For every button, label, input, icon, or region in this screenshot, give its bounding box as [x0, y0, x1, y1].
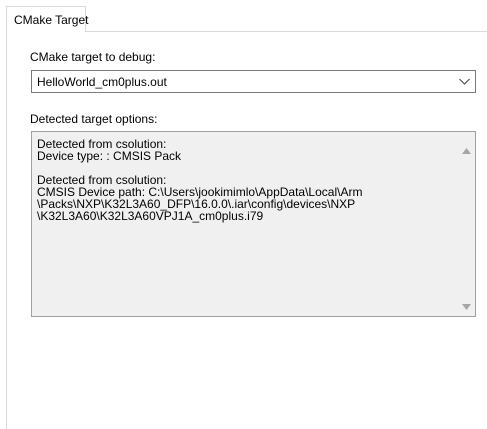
- detected-line: Device type: : CMSIS Pack: [37, 149, 182, 163]
- chevron-down-icon[interactable]: [458, 75, 471, 88]
- detected-options-label: Detected target options:: [30, 112, 158, 126]
- tab-cmake-target[interactable]: CMake Target: [6, 6, 89, 32]
- cmake-target-label: CMake target to debug:: [30, 50, 156, 64]
- cmake-target-dialog: CMake Target CMake target to debug: Hell…: [0, 0, 487, 429]
- cmake-target-select[interactable]: HelloWorld_cm0plus.out: [31, 70, 476, 93]
- tab-cmake-target-label: CMake Target: [14, 13, 89, 27]
- vertical-scrollbar[interactable]: [458, 132, 475, 316]
- detected-line: \K32L3A60\K32L3A60VPJ1A_cm0plus.i79: [37, 209, 264, 223]
- scroll-down-arrow-icon[interactable]: [462, 299, 471, 310]
- cmake-target-value: HelloWorld_cm0plus.out: [37, 75, 167, 89]
- detected-options-textbox[interactable]: Detected from csolution: Device type: : …: [31, 131, 476, 317]
- scroll-up-arrow-icon[interactable]: [462, 143, 471, 154]
- detected-options-text: Detected from csolution: Device type: : …: [37, 138, 447, 222]
